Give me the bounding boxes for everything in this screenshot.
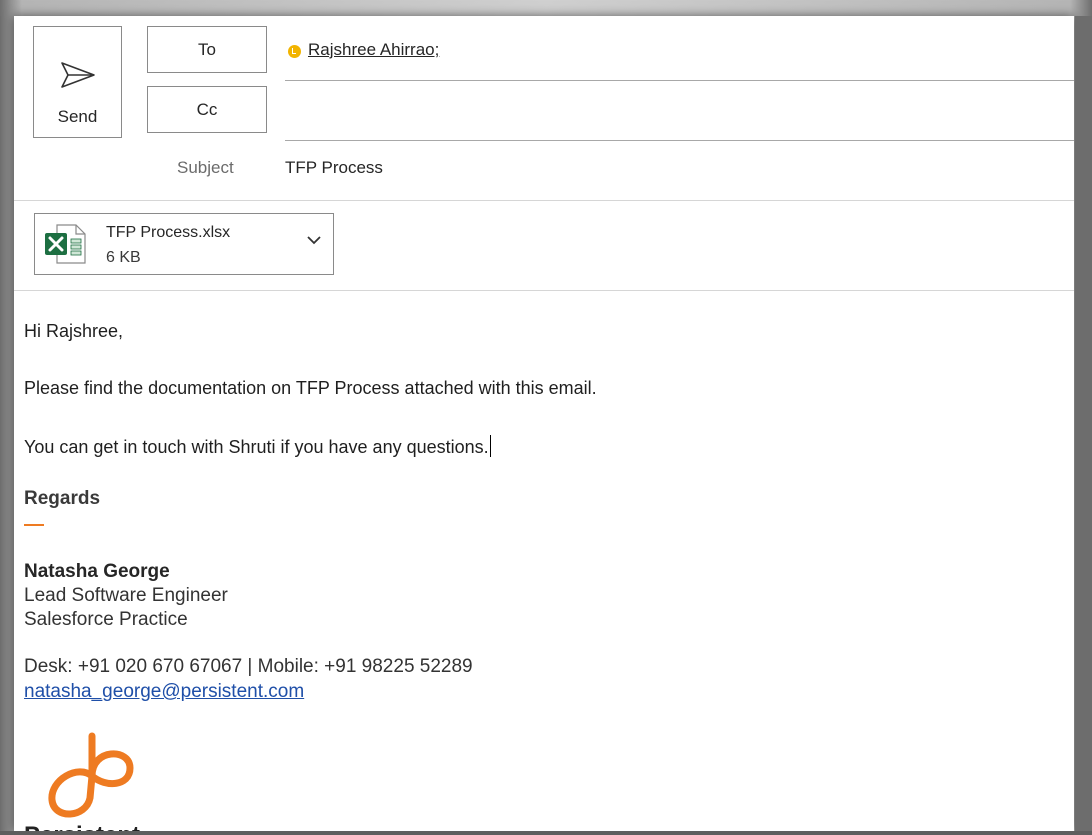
signature-accent-bar: [24, 524, 44, 526]
signature-email-link[interactable]: natasha_george@persistent.com: [24, 681, 304, 703]
right-edge-shadow: [1075, 16, 1092, 835]
signature-name: Natasha George: [24, 561, 170, 582]
to-field[interactable]: Rajshree Ahirrao;: [285, 26, 1074, 81]
chevron-down-icon[interactable]: [306, 234, 322, 246]
send-icon: [61, 62, 95, 88]
attachment-size: 6 KB: [106, 249, 141, 266]
recipient-name[interactable]: Rajshree Ahirrao;: [308, 40, 439, 60]
compose-window: Send To Cc Rajshree Ahirrao; Subject TFP…: [14, 16, 1074, 831]
body-greeting[interactable]: Hi Rajshree,: [24, 321, 123, 342]
logo-wordmark: Persistent: [24, 822, 140, 831]
signature-department: Salesforce Practice: [24, 609, 188, 630]
signature-title: Lead Software Engineer: [24, 585, 228, 606]
signature-phone: Desk: +91 020 670 67067 | Mobile: +91 98…: [24, 656, 473, 677]
compose-header: Send To Cc Rajshree Ahirrao; Subject TFP…: [14, 16, 1074, 201]
subject-label: Subject: [177, 158, 234, 177]
send-label: Send: [57, 107, 98, 126]
to-button[interactable]: To: [147, 26, 267, 73]
text-caret: [489, 435, 491, 457]
attachment-divider: [14, 290, 1074, 291]
attachment-name: TFP Process.xlsx: [106, 224, 231, 241]
bottom-edge-shadow: [0, 831, 1092, 835]
body-paragraph[interactable]: Please find the documentation on TFP Pro…: [24, 378, 597, 399]
signature-regards: Regards: [24, 488, 101, 509]
recipient-status-icon: [288, 45, 301, 58]
send-button[interactable]: Send: [33, 26, 122, 138]
persistent-logo: [48, 732, 134, 818]
cc-button[interactable]: Cc: [147, 86, 267, 133]
subject-field[interactable]: TFP Process: [285, 158, 383, 178]
cc-field[interactable]: [285, 86, 1074, 141]
body-paragraph-caret-line[interactable]: You can get in touch with Shruti if you …: [24, 435, 491, 458]
body-paragraph[interactable]: You can get in touch with Shruti if you …: [24, 437, 489, 457]
header-divider: [14, 200, 1074, 201]
excel-icon: [45, 224, 86, 264]
attachment-card[interactable]: TFP Process.xlsx 6 KB: [34, 213, 334, 275]
